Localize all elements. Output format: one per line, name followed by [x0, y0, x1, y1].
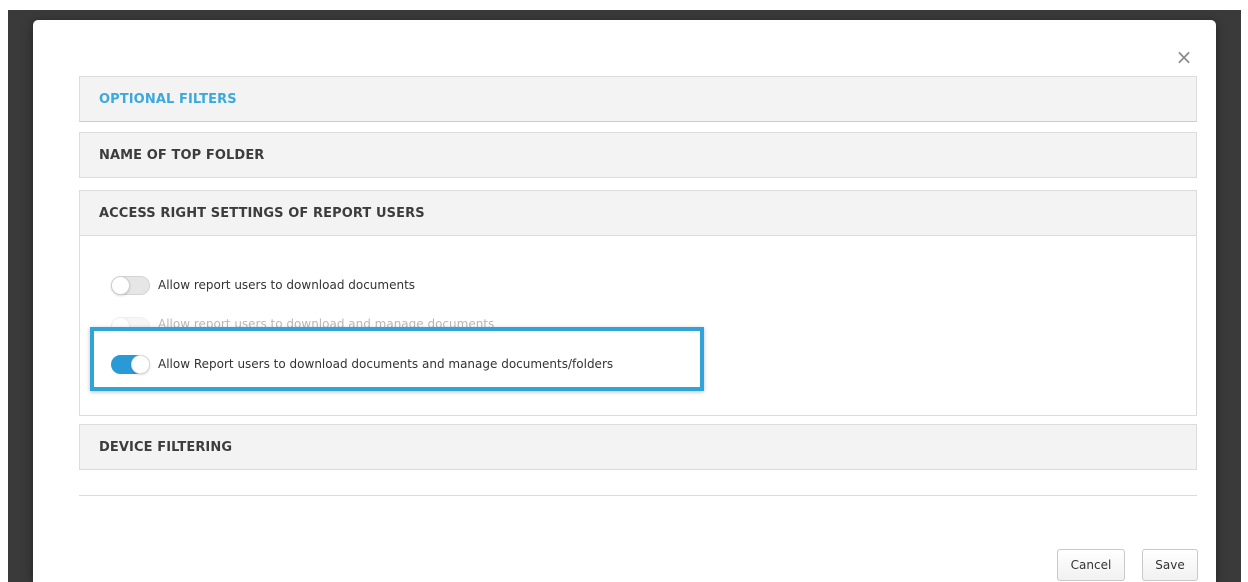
section-optional-filters-label: OPTIONAL FILTERS	[99, 91, 237, 107]
section-optional-filters[interactable]: OPTIONAL FILTERS	[79, 76, 1197, 122]
access-option-download-toggle[interactable]	[111, 275, 150, 295]
backdrop-top	[0, 0, 1248, 10]
settings-modal: × OPTIONAL FILTERS NAME OF TOP FOLDER AC…	[33, 20, 1216, 582]
footer-divider	[79, 495, 1197, 496]
access-option-download: Allow report users to download documents	[111, 274, 415, 296]
toggle-knob	[131, 354, 150, 374]
access-option-download-manage-folders: Allow Report users to download documents…	[111, 353, 613, 375]
access-option-download-manage-folders-toggle[interactable]	[111, 354, 150, 374]
backdrop-left	[0, 10, 8, 582]
save-button[interactable]: Save	[1142, 549, 1198, 581]
section-name-of-top-folder[interactable]: NAME OF TOP FOLDER	[79, 132, 1197, 178]
section-access-right-settings[interactable]: ACCESS RIGHT SETTINGS OF REPORT USERS	[79, 190, 1197, 236]
toggle-knob	[111, 275, 130, 295]
section-device-filtering-label: DEVICE FILTERING	[99, 439, 233, 455]
close-icon[interactable]: ×	[1174, 47, 1194, 67]
section-device-filtering[interactable]: DEVICE FILTERING	[79, 424, 1197, 470]
section-name-of-top-folder-label: NAME OF TOP FOLDER	[99, 147, 265, 163]
backdrop-right	[1241, 10, 1248, 582]
access-option-download-manage-folders-label: Allow Report users to download documents…	[158, 357, 614, 371]
access-option-download-label: Allow report users to download documents	[158, 278, 416, 292]
cancel-button[interactable]: Cancel	[1057, 549, 1125, 581]
section-access-right-settings-label: ACCESS RIGHT SETTINGS OF REPORT USERS	[99, 205, 425, 221]
